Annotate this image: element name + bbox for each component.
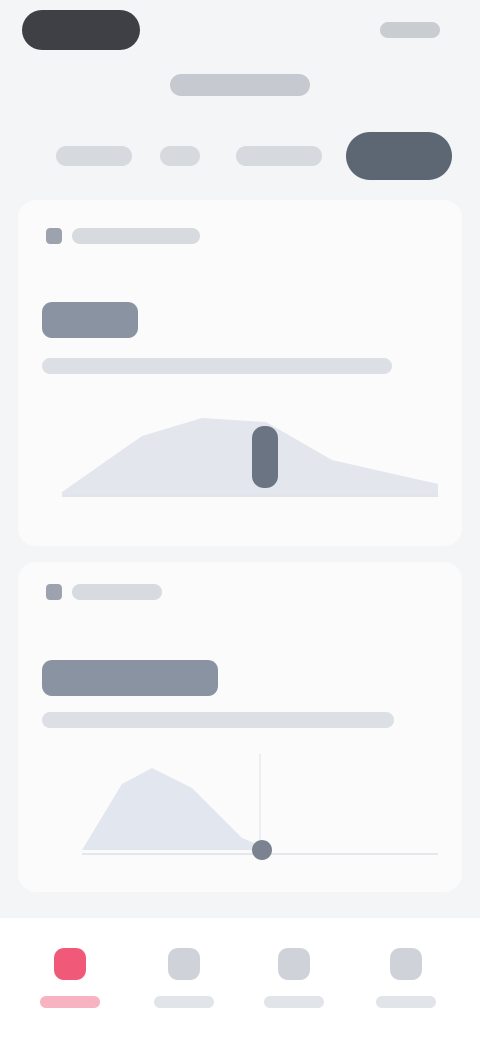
nav-label xyxy=(264,996,324,1008)
nav-item-profile[interactable] xyxy=(244,940,344,1020)
nav-item-stats[interactable] xyxy=(134,940,234,1020)
bottom-navigation xyxy=(0,918,480,1040)
dynamic-island xyxy=(22,10,140,50)
card-tag-label xyxy=(72,584,162,600)
tab-2[interactable] xyxy=(160,146,200,166)
card-tag xyxy=(46,582,162,602)
status-bar xyxy=(0,0,480,60)
metric-card-2[interactable] xyxy=(18,562,462,892)
tab-1[interactable] xyxy=(56,146,132,166)
nav-label xyxy=(154,996,214,1008)
app-screen xyxy=(0,0,480,1040)
card-subtitle xyxy=(42,712,394,728)
segmented-tabs xyxy=(0,126,480,186)
settings-icon xyxy=(390,948,422,980)
status-indicators xyxy=(380,22,440,38)
tab-4-active[interactable] xyxy=(346,132,452,180)
page-title xyxy=(170,74,310,96)
chart-area xyxy=(82,768,272,850)
home-icon xyxy=(54,948,86,980)
tag-icon xyxy=(46,584,62,600)
nav-label xyxy=(40,996,100,1008)
card-value xyxy=(42,660,218,696)
chart-highlight-marker xyxy=(252,840,272,860)
area-chart xyxy=(82,754,438,860)
card-value xyxy=(42,302,138,338)
card-tag xyxy=(46,226,200,246)
card-tag-label xyxy=(72,228,200,244)
chart-highlight-marker xyxy=(252,426,278,488)
chart-icon xyxy=(168,948,200,980)
nav-label xyxy=(376,996,436,1008)
nav-item-home[interactable] xyxy=(20,940,120,1020)
user-icon xyxy=(278,948,310,980)
nav-item-settings[interactable] xyxy=(356,940,456,1020)
area-chart xyxy=(62,418,438,497)
tag-icon xyxy=(46,228,62,244)
metric-card-1[interactable] xyxy=(18,200,462,546)
chart-area xyxy=(62,418,438,496)
card-subtitle xyxy=(42,358,392,374)
tab-3[interactable] xyxy=(236,146,322,166)
